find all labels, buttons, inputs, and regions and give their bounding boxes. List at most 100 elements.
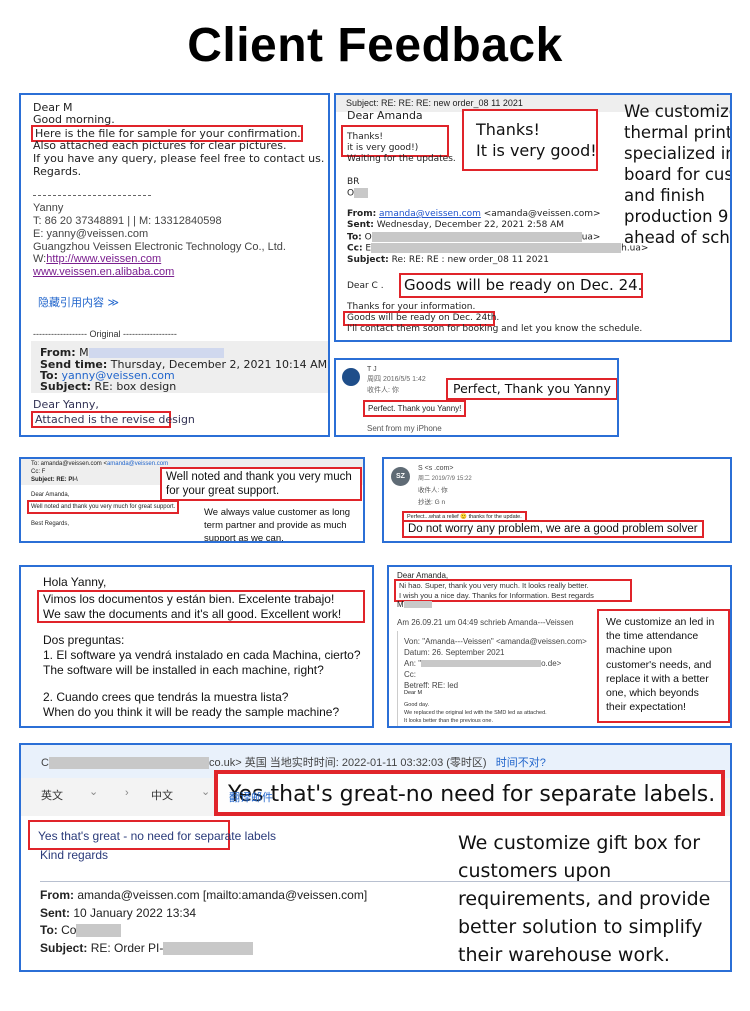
callout-line: for your great support. bbox=[166, 485, 280, 497]
avatar: SZ bbox=[391, 467, 410, 486]
an-line: An: " bbox=[404, 659, 422, 668]
redacted bbox=[354, 188, 369, 198]
subject-value: RE: Order PI- bbox=[90, 940, 164, 955]
sent-label: Sent: bbox=[347, 220, 374, 230]
subject-label: Subject: bbox=[347, 255, 389, 265]
feedback-panel-led: Dear Amanda, Ni hao. Super, thank you ve… bbox=[387, 565, 732, 728]
source-language-select[interactable]: 英文 bbox=[41, 787, 63, 803]
callout-line: customer's needs, and bbox=[606, 658, 712, 671]
to-link[interactable]: amanda@veissen.com bbox=[107, 461, 168, 467]
caption-line: We customize gift box for bbox=[458, 832, 701, 854]
regards: Best Regards, bbox=[31, 521, 70, 527]
subject-value: Subject: RE: PI-\ bbox=[31, 477, 78, 483]
callout-line: machine upon bbox=[606, 644, 672, 657]
body-line: We replaced the original led with the SM… bbox=[404, 710, 547, 716]
betreff-line: Betreff: RE: led bbox=[404, 681, 459, 690]
callout-thanks: Thanks! bbox=[476, 120, 540, 139]
dear-line: Dear Amanda, bbox=[31, 492, 70, 498]
date: 周四 2016/5/5 1:42 bbox=[367, 376, 426, 383]
text-line: Ni hao. Super, thank you very much. It l… bbox=[399, 581, 589, 590]
text-line: 1. El software ya vendrá instalado en ca… bbox=[43, 648, 361, 663]
redacted bbox=[371, 232, 582, 242]
caption-line: We customize bbox=[624, 102, 732, 121]
from-value: amanda@veissen.com [mailto:amanda@veisse… bbox=[77, 888, 368, 902]
w-label: W: bbox=[33, 253, 47, 265]
text-line: If you have any query, please feel free … bbox=[33, 152, 325, 165]
recipient: 收件人: 你 bbox=[418, 487, 448, 494]
quote-bar bbox=[397, 631, 398, 726]
text-line: Regards. bbox=[33, 165, 82, 178]
text-line: 2. Cuando crees que tendrás la muestra l… bbox=[43, 689, 289, 704]
from-label: From: bbox=[347, 209, 377, 219]
wrong-time-link[interactable]: 时间不对? bbox=[496, 757, 546, 769]
feedback-panel-support: To: amanda@veissen.com <amanda@veissen.c… bbox=[19, 457, 365, 543]
to-value: O bbox=[364, 232, 372, 243]
chevron-down-icon[interactable]: ⌄ bbox=[201, 785, 210, 798]
text-line: I wish you a nice day. Thanks for Inform… bbox=[399, 590, 594, 600]
to-label: To: bbox=[40, 923, 58, 937]
sender-name: S <s .com> bbox=[418, 465, 454, 472]
to-value: To: amanda@veissen.com < bbox=[31, 461, 107, 467]
from-value: <amanda@veissen.com> bbox=[483, 209, 601, 219]
callout-perfect: Perfect, Thank you Yanny bbox=[446, 378, 617, 400]
feedback-panel-sample-confirmation: Dear M Good morning. Here is the file fo… bbox=[19, 93, 330, 437]
callout-labels: Yes that's great-no need for separate la… bbox=[214, 770, 725, 816]
redacted bbox=[163, 941, 254, 955]
highlight-box: Yes that's great - no need for separate … bbox=[28, 820, 276, 850]
redacted bbox=[88, 348, 224, 358]
body-line: It looks better than the previous one. bbox=[404, 718, 493, 724]
callout-line: replace it with a better bbox=[606, 672, 709, 685]
text-line: I'll contact them soon for booking and l… bbox=[347, 324, 643, 334]
text-line: We saw the documents and it's all good. … bbox=[43, 606, 342, 621]
hide-quote-link[interactable]: 隐藏引用内容 ≫ bbox=[38, 296, 119, 309]
callout-line: We customize an led in bbox=[606, 616, 715, 628]
page-title: Client Feedback bbox=[187, 19, 563, 72]
text-line: O bbox=[347, 188, 355, 199]
feedback-panel-perfect: T J 周四 2016/5/5 1:42 收件人: 你 Perfect, Tha… bbox=[334, 358, 619, 437]
sent-value: Wednesday, December 22, 2021 2:58 AM bbox=[376, 220, 565, 230]
original-separator: ------------------ Original ------------… bbox=[33, 329, 177, 339]
redacted bbox=[403, 601, 432, 609]
highlight-box: Perfect. Thank you Yanny! bbox=[363, 400, 467, 417]
from-link[interactable]: amanda@veissen.com bbox=[379, 209, 481, 219]
redacted bbox=[76, 924, 122, 938]
subject-value: RE: box design bbox=[94, 380, 177, 393]
from-label: From: bbox=[40, 888, 74, 902]
caption-line: customers upon bbox=[458, 860, 612, 882]
caption-line: specialized int bbox=[624, 144, 732, 163]
sender-start: C bbox=[41, 757, 49, 769]
signature: Sent from my iPhone bbox=[367, 424, 442, 433]
local-time: co.uk> 英国 当地实时时间: 2022-01-11 03:32:03 (零… bbox=[208, 757, 487, 769]
redacted bbox=[421, 660, 542, 668]
cc-label: Cc: bbox=[347, 243, 363, 254]
sender-name: T J bbox=[367, 366, 377, 373]
caption-line: support as we can. bbox=[204, 533, 284, 543]
subject-value: Re: RE: RE : new order_08 11 2021 bbox=[391, 255, 549, 265]
highlight-box: Well noted and thank you very much for g… bbox=[27, 500, 180, 514]
text-line: Also attached each pictures for clear pi… bbox=[33, 139, 287, 152]
highlight-box: Attached is the revise design bbox=[31, 411, 195, 428]
dear-line: Dear Yanny, bbox=[33, 398, 99, 411]
caption-line: production 9 d bbox=[624, 207, 730, 226]
dear-line: Dear C . bbox=[347, 281, 384, 291]
callout-problem-solver: Do not worry any problem, we are a good … bbox=[402, 520, 704, 538]
sent-label: Sent: bbox=[40, 905, 70, 920]
text-line: BR bbox=[347, 177, 360, 187]
chevron-down-icon[interactable]: ⌄ bbox=[89, 785, 98, 798]
kind-regards: Kind regards bbox=[40, 848, 109, 862]
recipient: 收件人: 你 bbox=[367, 387, 399, 394]
to-end: ua> bbox=[581, 232, 601, 243]
redacted bbox=[48, 757, 209, 770]
signature-email: E: yanny@veissen.com bbox=[33, 228, 149, 240]
subject-label: Subject: bbox=[40, 940, 88, 955]
quote-line: Am 26.09.21 um 04:49 schrieb Amanda---Ve… bbox=[397, 618, 574, 627]
text-line: The software will be installed in each m… bbox=[43, 662, 324, 677]
website-link[interactable]: http://www.veissen.com bbox=[46, 253, 161, 265]
an-end: o.de> bbox=[541, 659, 562, 668]
text-line: Thanks! bbox=[347, 132, 383, 142]
alibaba-link[interactable]: www.veissen.en.alibaba.com bbox=[33, 266, 174, 279]
callout-ready: Goods will be ready on Dec. 24. bbox=[399, 273, 643, 298]
translate-email-link[interactable]: 翻译邮件 bbox=[229, 789, 273, 805]
signature-name: Yanny bbox=[33, 202, 64, 214]
target-language-select[interactable]: 中文 bbox=[151, 787, 173, 803]
